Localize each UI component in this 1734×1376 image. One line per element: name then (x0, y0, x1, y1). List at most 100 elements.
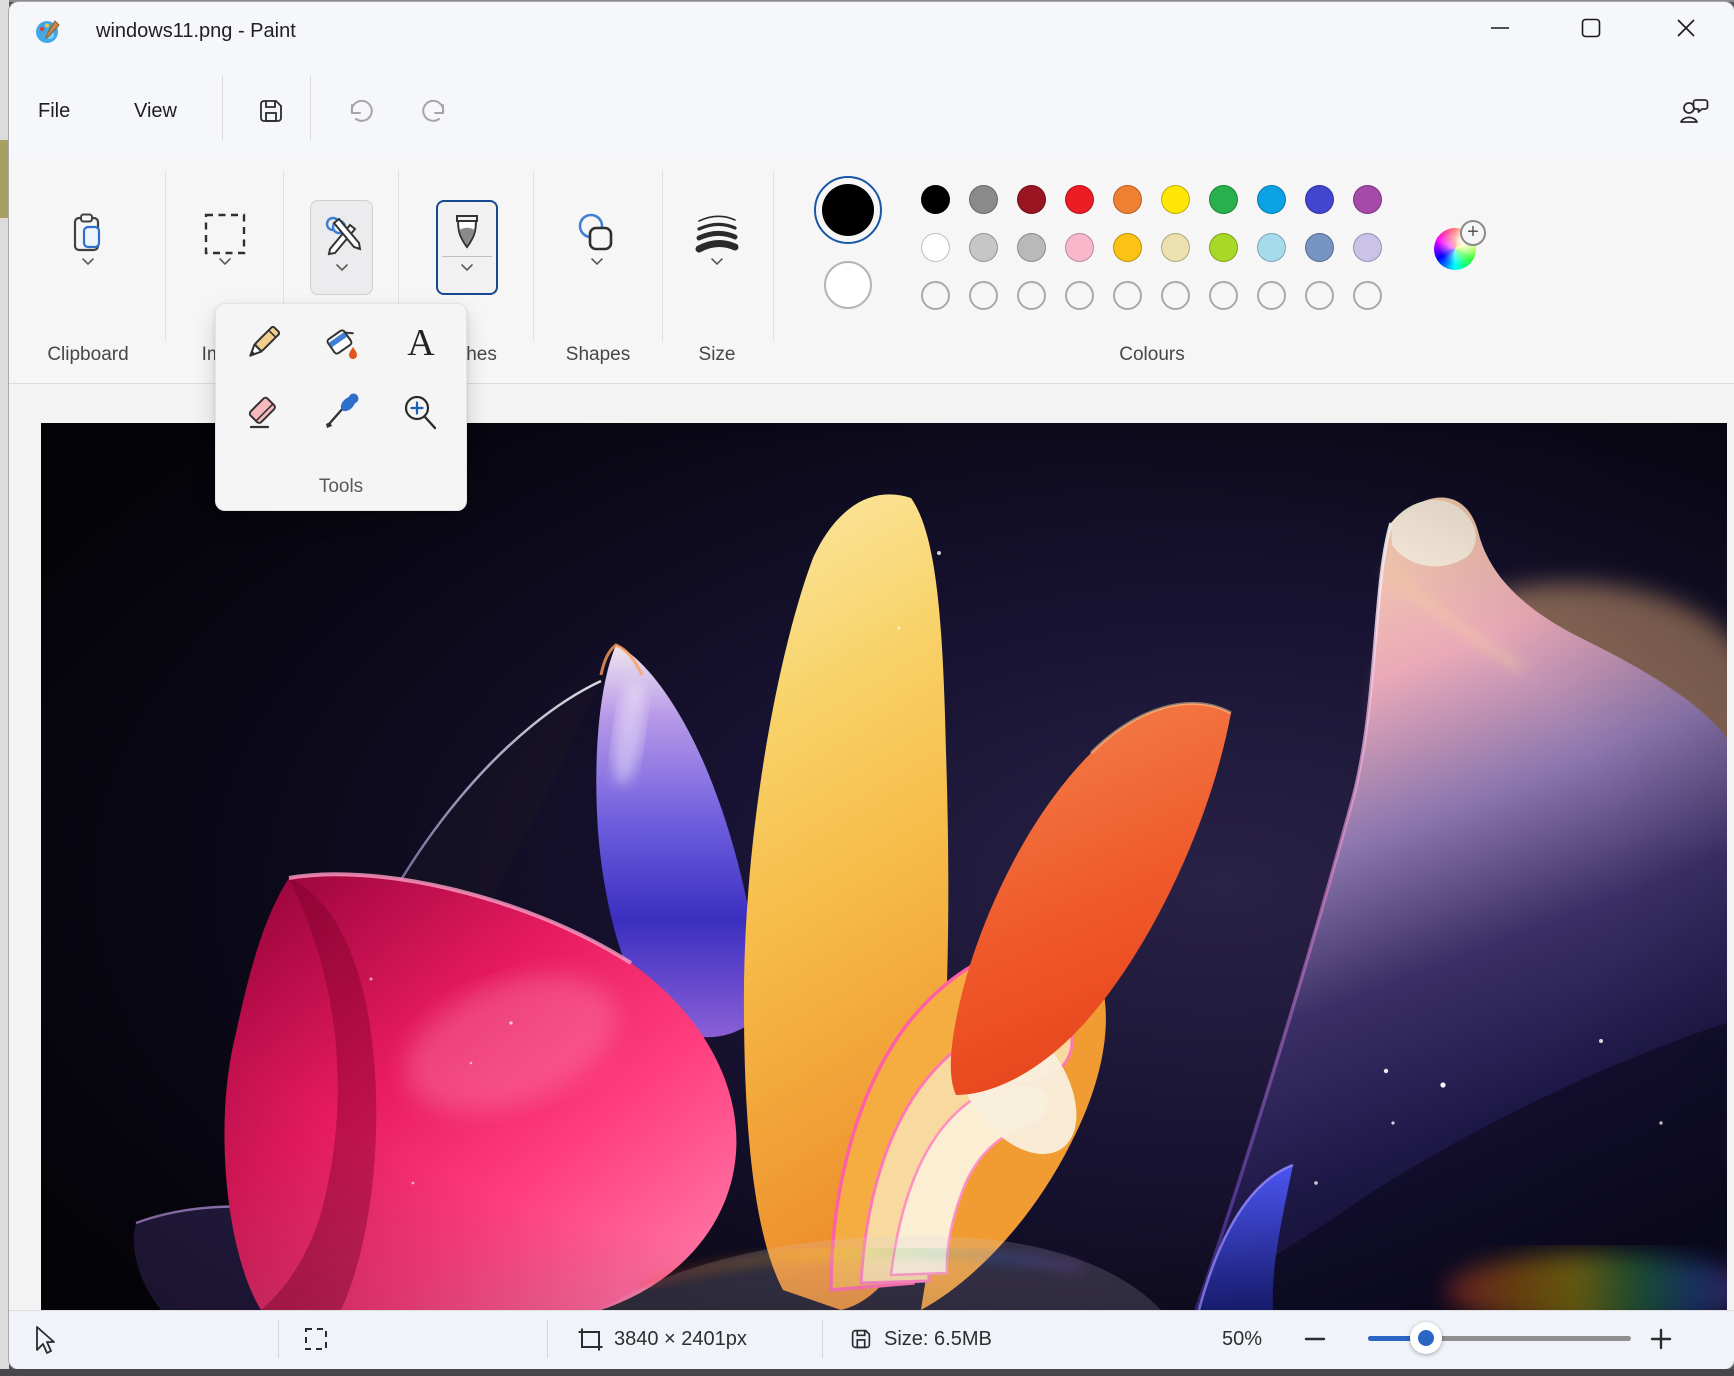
palette-swatch-0-4[interactable] (1113, 185, 1142, 214)
menu-separator (310, 76, 311, 140)
palette-swatch-1-2[interactable] (1017, 233, 1046, 262)
palette-swatch-0-2[interactable] (1017, 185, 1046, 214)
colour-palette (921, 185, 1382, 310)
undo-icon (346, 96, 376, 126)
file-menu[interactable]: File (24, 86, 84, 136)
palette-swatch-0-8[interactable] (1305, 185, 1334, 214)
palette-empty-slot-2-8[interactable] (1305, 281, 1334, 310)
palette-empty-slot-2-1[interactable] (969, 281, 998, 310)
undo-button[interactable] (334, 84, 388, 138)
palette-swatch-1-4[interactable] (1113, 233, 1142, 262)
eraser-tool-button[interactable] (224, 384, 303, 442)
magnifier-tool-button[interactable] (381, 384, 460, 442)
close-icon (1676, 18, 1696, 38)
menu-separator (222, 76, 223, 140)
image-selection-button[interactable] (193, 188, 257, 288)
palette-swatch-1-0[interactable] (921, 233, 950, 262)
palette-swatch-0-1[interactable] (969, 185, 998, 214)
view-menu[interactable]: View (120, 86, 191, 136)
shapes-group-label: Shapes (548, 344, 648, 368)
file-size-text: Size: 6.5MB (884, 1328, 992, 1351)
colour1-swatch[interactable] (822, 184, 874, 236)
palette-swatch-0-3[interactable] (1065, 185, 1094, 214)
clipboard-button[interactable] (56, 188, 120, 288)
text-icon: A (399, 321, 443, 365)
minimize-button[interactable] (1477, 6, 1523, 50)
zoom-in-button[interactable] (1650, 1316, 1672, 1362)
selection-size-indicator (302, 1316, 330, 1362)
edit-colours-button[interactable]: + (1434, 226, 1478, 270)
palette-swatch-0-5[interactable] (1161, 185, 1190, 214)
palette-empty-slot-2-7[interactable] (1257, 281, 1286, 310)
canvas[interactable] (41, 423, 1727, 1310)
close-button[interactable] (1663, 6, 1709, 50)
palette-empty-slot-2-6[interactable] (1209, 281, 1238, 310)
palette-swatch-1-8[interactable] (1305, 233, 1334, 262)
magnifier-icon (399, 391, 443, 435)
colour2-swatch[interactable] (824, 261, 872, 309)
text-tool-button[interactable]: A (381, 314, 460, 372)
stroke-size-icon (694, 211, 740, 257)
cursor-icon (28, 1324, 58, 1354)
size-button[interactable] (685, 188, 749, 288)
group-separator (773, 170, 774, 342)
palette-swatch-0-9[interactable] (1353, 185, 1382, 214)
palette-swatch-1-6[interactable] (1209, 233, 1238, 262)
size-group-label: Size (667, 344, 767, 368)
save-button[interactable] (244, 84, 298, 138)
chevron-down-icon (335, 263, 349, 272)
chevron-down-icon (590, 257, 604, 266)
group-separator (662, 170, 663, 342)
status-separator (278, 1320, 279, 1358)
brush-icon (445, 210, 489, 254)
palette-swatch-1-5[interactable] (1161, 233, 1190, 262)
palette-empty-slot-2-0[interactable] (921, 281, 950, 310)
palette-empty-slot-2-2[interactable] (1017, 281, 1046, 310)
feedback-button[interactable] (1666, 84, 1720, 138)
shapes-icon (574, 211, 620, 257)
palette-swatch-0-0[interactable] (921, 185, 950, 214)
cursor-position-indicator (28, 1316, 58, 1362)
palette-swatch-1-1[interactable] (969, 233, 998, 262)
chevron-down-icon (218, 257, 232, 266)
palette-empty-slot-2-4[interactable] (1113, 281, 1142, 310)
zoom-slider-thumb[interactable] (1410, 1322, 1442, 1354)
palette-empty-slot-2-9[interactable] (1353, 281, 1382, 310)
window-title: windows11.png - Paint (96, 20, 296, 43)
pencil-tool-button[interactable] (224, 314, 303, 372)
canvas-size-icon (576, 1325, 604, 1353)
brushes-button[interactable] (436, 200, 498, 295)
selection-icon (202, 211, 248, 257)
palette-swatch-0-7[interactable] (1257, 185, 1286, 214)
zoom-slider[interactable] (1368, 1336, 1631, 1341)
fill-tool-button[interactable] (303, 314, 382, 372)
plus-icon (1650, 1328, 1672, 1350)
chevron-down-icon (460, 263, 474, 272)
file-size-icon (848, 1326, 874, 1352)
tools-button[interactable] (310, 200, 373, 295)
save-icon (257, 97, 285, 125)
pencil-icon (241, 321, 285, 365)
tools-popup-grid: A (224, 314, 460, 442)
maximize-button[interactable] (1568, 6, 1614, 50)
palette-swatch-1-3[interactable] (1065, 233, 1094, 262)
colours-group-label: Colours (1102, 344, 1202, 368)
clipboard-group-label: Clipboard (38, 344, 138, 368)
palette-swatch-1-7[interactable] (1257, 233, 1286, 262)
zoom-out-button[interactable] (1304, 1316, 1326, 1362)
minus-icon (1304, 1328, 1326, 1350)
maximize-icon (1581, 18, 1601, 38)
fill-icon (320, 321, 364, 365)
palette-empty-slot-2-3[interactable] (1065, 281, 1094, 310)
group-separator (165, 170, 166, 342)
shapes-button[interactable] (565, 188, 629, 288)
paint-window: windows11.png - Paint File View (0, 0, 1734, 1376)
redo-button[interactable] (407, 84, 461, 138)
colour-picker-tool-button[interactable] (303, 384, 382, 442)
svg-text:A: A (407, 322, 435, 364)
status-separator (547, 1320, 548, 1358)
palette-empty-slot-2-5[interactable] (1161, 281, 1190, 310)
palette-swatch-1-9[interactable] (1353, 233, 1382, 262)
redo-icon (419, 96, 449, 126)
palette-swatch-0-6[interactable] (1209, 185, 1238, 214)
